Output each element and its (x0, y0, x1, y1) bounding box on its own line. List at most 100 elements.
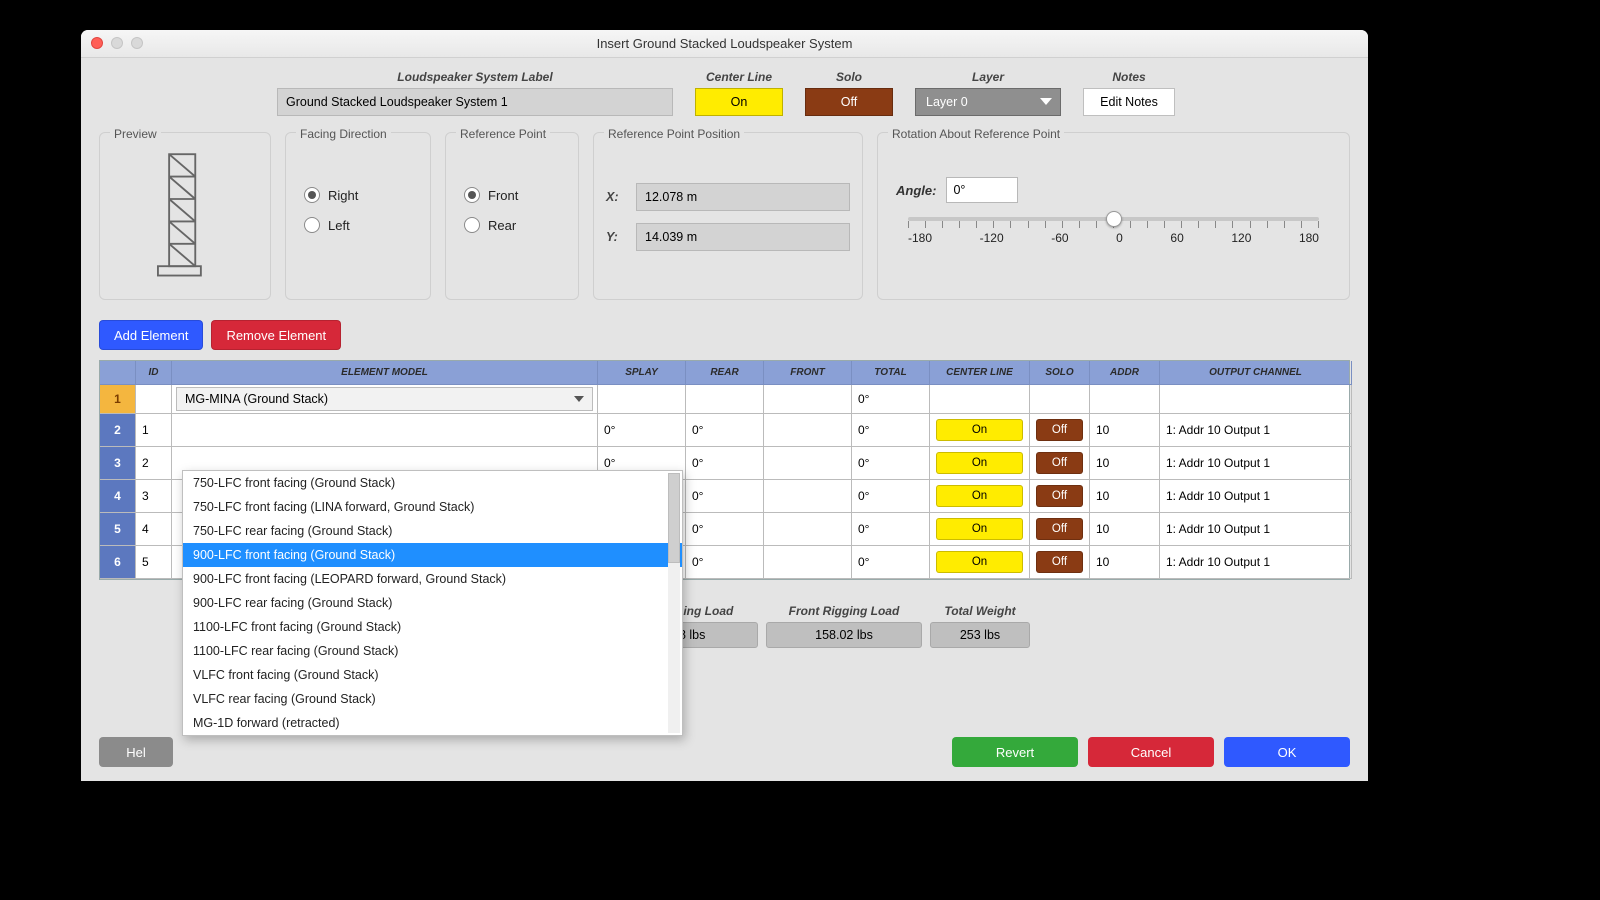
cell-addr[interactable] (1090, 385, 1160, 414)
cell-solo[interactable] (1030, 385, 1090, 414)
centerline-pill[interactable]: On (936, 551, 1023, 573)
col-model[interactable]: ELEMENT MODEL (172, 361, 598, 385)
solo-toggle[interactable]: Off (805, 88, 893, 116)
cell-centerline[interactable]: On (930, 414, 1030, 447)
facing-left-radio[interactable]: Left (304, 217, 418, 233)
solo-pill[interactable]: Off (1036, 452, 1083, 474)
slider-thumb[interactable] (1106, 211, 1122, 227)
angle-slider[interactable]: -180-120-60060120180 (890, 209, 1337, 249)
dropdown-item[interactable]: 750-LFC front facing (Ground Stack) (183, 471, 682, 495)
dropdown-item[interactable]: 1100-LFC front facing (Ground Stack) (183, 615, 682, 639)
model-select[interactable]: MG-MINA (Ground Stack) (176, 387, 593, 411)
dropdown-item[interactable]: 900-LFC front facing (Ground Stack) (183, 543, 682, 567)
cell-rear[interactable]: 0° (686, 414, 764, 447)
cell-id[interactable] (136, 385, 172, 414)
table-row[interactable]: 1 MG-MINA (Ground Stack) 0° (100, 385, 1349, 414)
cell-addr[interactable]: 10 (1090, 447, 1160, 480)
cell-rear[interactable]: 0° (686, 447, 764, 480)
cell-output[interactable]: 1: Addr 10 Output 1 (1160, 546, 1352, 579)
angle-input[interactable]: 0° (946, 177, 1018, 203)
cell-addr[interactable]: 10 (1090, 546, 1160, 579)
refpoint-front-radio[interactable]: Front (464, 187, 566, 203)
centerline-pill[interactable]: On (936, 419, 1023, 441)
model-dropdown[interactable]: 750-LFC front facing (Ground Stack)750-L… (182, 470, 683, 736)
close-icon[interactable] (91, 37, 103, 49)
cell-output[interactable]: 1: Addr 10 Output 1 (1160, 414, 1352, 447)
x-input[interactable]: 12.078 m (636, 183, 850, 211)
cell-output[interactable]: 1: Addr 10 Output 1 (1160, 480, 1352, 513)
cell-total[interactable]: 0° (852, 385, 930, 414)
cell-solo[interactable]: Off (1030, 414, 1090, 447)
layer-select[interactable]: Layer 0 (915, 88, 1061, 116)
cell-solo[interactable]: Off (1030, 447, 1090, 480)
cell-centerline[interactable]: On (930, 447, 1030, 480)
cell-total[interactable]: 0° (852, 513, 930, 546)
ok-button[interactable]: OK (1224, 737, 1350, 767)
col-rear[interactable]: REAR (686, 361, 764, 385)
cell-rear[interactable] (686, 385, 764, 414)
solo-pill[interactable]: Off (1036, 419, 1083, 441)
cell-addr[interactable]: 10 (1090, 414, 1160, 447)
solo-pill[interactable]: Off (1036, 485, 1083, 507)
facing-right-radio[interactable]: Right (304, 187, 418, 203)
remove-element-button[interactable]: Remove Element (211, 320, 341, 350)
col-centerline[interactable]: CENTER LINE (930, 361, 1030, 385)
cell-rear[interactable]: 0° (686, 513, 764, 546)
dropdown-item[interactable]: 750-LFC front facing (LINA forward, Grou… (183, 495, 682, 519)
cell-solo[interactable]: Off (1030, 480, 1090, 513)
solo-pill[interactable]: Off (1036, 551, 1083, 573)
cell-front[interactable] (764, 513, 852, 546)
center-line-toggle[interactable]: On (695, 88, 783, 116)
edit-notes-button[interactable]: Edit Notes (1083, 88, 1175, 116)
col-id[interactable]: ID (136, 361, 172, 385)
cell-output[interactable]: 1: Addr 10 Output 1 (1160, 513, 1352, 546)
cell-centerline[interactable]: On (930, 513, 1030, 546)
cell-output[interactable] (1160, 385, 1352, 414)
cell-solo[interactable]: Off (1030, 546, 1090, 579)
cell-splay[interactable]: 0° (598, 414, 686, 447)
dropdown-item[interactable]: 900-LFC front facing (LEOPARD forward, G… (183, 567, 682, 591)
cell-id[interactable]: 3 (136, 480, 172, 513)
dropdown-item[interactable]: VLFC front facing (Ground Stack) (183, 663, 682, 687)
cell-model[interactable]: MG-MINA (Ground Stack) (172, 385, 598, 414)
cell-front[interactable] (764, 447, 852, 480)
table-row[interactable]: 210°0°0°OnOff101: Addr 10 Output 1 (100, 414, 1349, 447)
col-solo[interactable]: SOLO (1030, 361, 1090, 385)
cell-front[interactable] (764, 546, 852, 579)
cell-front[interactable] (764, 414, 852, 447)
cell-id[interactable]: 5 (136, 546, 172, 579)
col-output[interactable]: OUTPUT CHANNEL (1160, 361, 1352, 385)
cell-front[interactable] (764, 385, 852, 414)
cell-addr[interactable]: 10 (1090, 513, 1160, 546)
cell-solo[interactable]: Off (1030, 513, 1090, 546)
centerline-pill[interactable]: On (936, 452, 1023, 474)
cell-output[interactable]: 1: Addr 10 Output 1 (1160, 447, 1352, 480)
cell-id[interactable]: 4 (136, 513, 172, 546)
dropdown-item[interactable]: 750-LFC rear facing (Ground Stack) (183, 519, 682, 543)
cell-centerline[interactable]: On (930, 480, 1030, 513)
cell-total[interactable]: 0° (852, 480, 930, 513)
dropdown-scrollbar-thumb[interactable] (668, 473, 680, 563)
refpoint-rear-radio[interactable]: Rear (464, 217, 566, 233)
dropdown-item[interactable]: VLFC rear facing (Ground Stack) (183, 687, 682, 711)
help-button[interactable]: Hel (99, 737, 173, 767)
cell-centerline[interactable]: On (930, 546, 1030, 579)
add-element-button[interactable]: Add Element (99, 320, 203, 350)
col-addr[interactable]: ADDR (1090, 361, 1160, 385)
dropdown-item[interactable]: 900-LFC rear facing (Ground Stack) (183, 591, 682, 615)
system-label-field[interactable]: Ground Stacked Loudspeaker System 1 (277, 88, 673, 116)
cell-id[interactable]: 2 (136, 447, 172, 480)
revert-button[interactable]: Revert (952, 737, 1078, 767)
cell-addr[interactable]: 10 (1090, 480, 1160, 513)
cell-total[interactable]: 0° (852, 447, 930, 480)
col-front[interactable]: FRONT (764, 361, 852, 385)
cell-rear[interactable]: 0° (686, 546, 764, 579)
col-total[interactable]: TOTAL (852, 361, 930, 385)
dropdown-item[interactable]: MG-1D forward (retracted) (183, 711, 682, 735)
solo-pill[interactable]: Off (1036, 518, 1083, 540)
cancel-button[interactable]: Cancel (1088, 737, 1214, 767)
cell-total[interactable]: 0° (852, 546, 930, 579)
cell-id[interactable]: 1 (136, 414, 172, 447)
cell-model[interactable] (172, 414, 598, 447)
cell-centerline[interactable] (930, 385, 1030, 414)
